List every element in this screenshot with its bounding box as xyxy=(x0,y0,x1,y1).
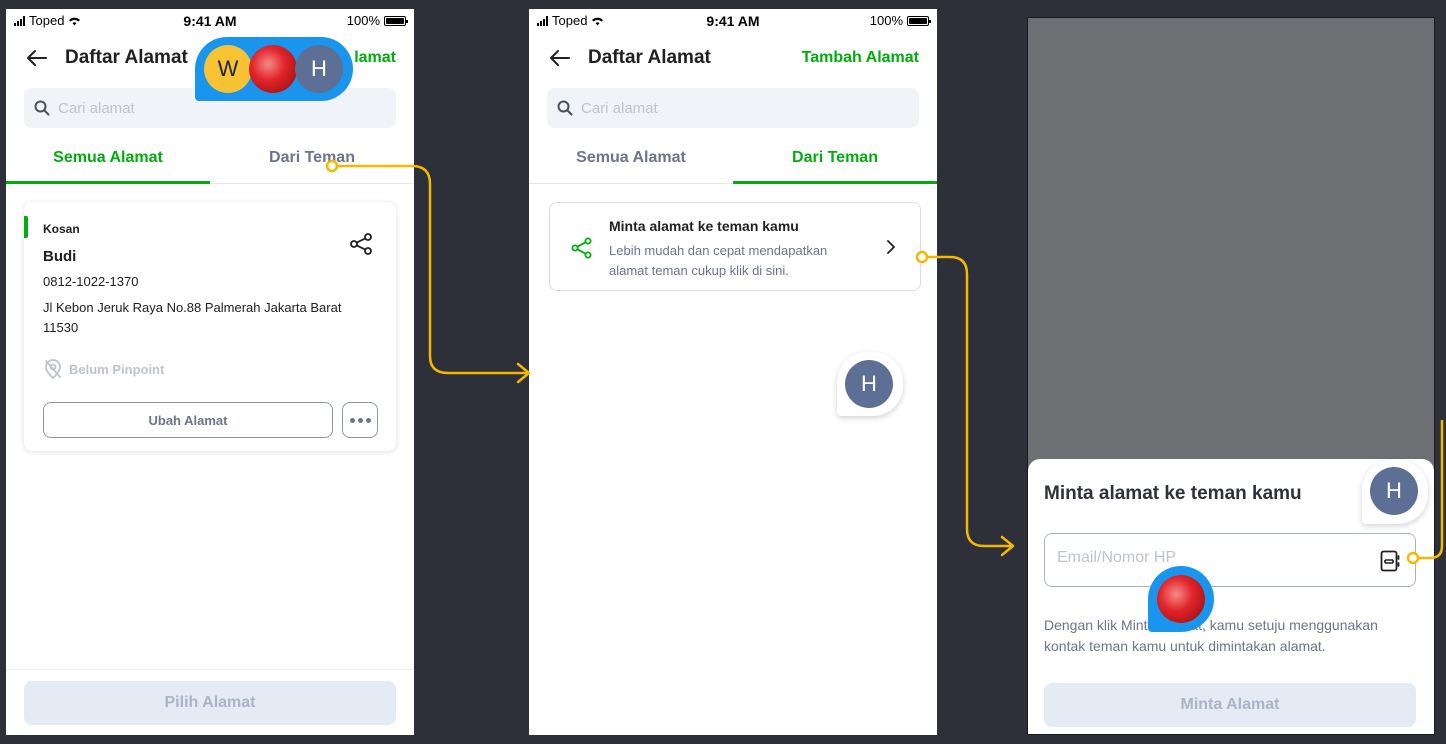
recipient-phone: 0812-1022-1370 xyxy=(43,274,139,289)
full-address: Jl Kebon Jeruk Raya No.88 Palmerah Jakar… xyxy=(43,300,342,335)
collaborator-avatar-photo xyxy=(249,45,297,93)
status-bar: Toped 9:41 AM 100% xyxy=(529,9,937,33)
pinpoint-status: Belum Pinpoint xyxy=(43,358,164,380)
contact-book-icon[interactable] xyxy=(1379,549,1401,573)
tambah-alamat-link[interactable]: Tambah Alamat xyxy=(802,49,919,67)
battery-status: 100% xyxy=(346,13,408,28)
status-bar: Toped 9:41 AM 100% xyxy=(6,9,414,33)
recipient-name: Budi xyxy=(43,248,77,265)
minta-alamat-button[interactable]: Minta Alamat xyxy=(1044,683,1416,727)
more-dot-icon xyxy=(365,417,371,423)
battery-status: 100% xyxy=(869,13,931,28)
more-options-button[interactable] xyxy=(342,402,378,438)
battery-icon xyxy=(384,15,408,26)
search-bar[interactable] xyxy=(547,88,919,128)
battery-percent: 100% xyxy=(346,13,380,28)
sheet-title: Minta alamat ke teman kamu xyxy=(1044,483,1302,504)
search-input[interactable] xyxy=(581,99,881,117)
bottom-action-bar: Pilih Alamat xyxy=(6,669,414,735)
page-title: Daftar Alamat xyxy=(65,47,188,68)
share-icon xyxy=(571,237,592,259)
more-dot-icon xyxy=(357,417,363,423)
email-phone-field[interactable] xyxy=(1044,533,1416,587)
collaborators-cursor-group: W H xyxy=(195,37,353,101)
back-arrow-icon[interactable] xyxy=(24,45,50,71)
tab-dari-teman[interactable]: Dari Teman xyxy=(733,137,937,184)
collaborator-cursor-h: H xyxy=(837,352,903,416)
address-tabs: Semua Alamat Dari Teman xyxy=(6,137,414,184)
search-icon xyxy=(557,100,573,116)
collaborator-cursor-h: H xyxy=(1362,460,1428,524)
tab-semua-alamat[interactable]: Semua Alamat xyxy=(6,137,210,184)
search-input[interactable] xyxy=(58,99,358,117)
collaborator-avatar-h: H xyxy=(295,45,343,93)
collaborator-cursor-photo xyxy=(1148,566,1214,632)
screen-minta-alamat-sheet: Minta alamat ke teman kamu Dengan klik M… xyxy=(1027,17,1435,735)
back-arrow-icon[interactable] xyxy=(547,45,573,71)
collaborator-avatar-h: H xyxy=(1370,467,1418,515)
tab-semua-alamat[interactable]: Semua Alamat xyxy=(529,137,733,183)
address-card: Kosan Budi 0812-1022-1370 Jl Kebon Jeruk… xyxy=(24,202,396,451)
share-icon[interactable] xyxy=(348,232,374,256)
tab-dari-teman[interactable]: Dari Teman xyxy=(210,137,414,183)
collaborator-avatar-h: H xyxy=(845,360,893,408)
invite-title: Minta alamat ke teman kamu xyxy=(609,218,799,234)
screen-daftar-alamat-semua: Toped 9:41 AM 100% Daftar Alamat lamat S… xyxy=(6,9,414,735)
terms-text: Dengan klik Minta Alamat, kamu setuju me… xyxy=(1044,617,1378,654)
pinpoint-status-label: Belum Pinpoint xyxy=(69,361,165,377)
chevron-right-icon xyxy=(887,240,895,254)
address-label: Kosan xyxy=(43,222,80,236)
tambah-alamat-link[interactable]: lamat xyxy=(354,49,396,67)
pilih-alamat-button[interactable]: Pilih Alamat xyxy=(24,681,396,725)
battery-percent: 100% xyxy=(869,13,903,28)
primary-indicator xyxy=(24,216,28,238)
invite-description: Lebih mudah dan cepat mendapatkan alamat… xyxy=(609,243,828,278)
location-off-icon xyxy=(45,359,61,380)
search-icon xyxy=(34,100,50,116)
app-header: Daftar Alamat Tambah Alamat xyxy=(529,39,937,79)
ubah-alamat-button[interactable]: Ubah Alamat xyxy=(43,402,333,438)
address-tabs: Semua Alamat Dari Teman xyxy=(529,137,937,184)
collaborator-avatar-w: W xyxy=(204,45,252,93)
email-phone-input[interactable] xyxy=(1057,549,1357,567)
more-dot-icon xyxy=(349,417,355,423)
minta-alamat-card[interactable]: Minta alamat ke teman kamu Lebih mudah d… xyxy=(549,202,921,291)
collaborator-avatar-photo xyxy=(1157,575,1205,623)
page-title: Daftar Alamat xyxy=(588,47,711,68)
battery-icon xyxy=(907,15,931,26)
